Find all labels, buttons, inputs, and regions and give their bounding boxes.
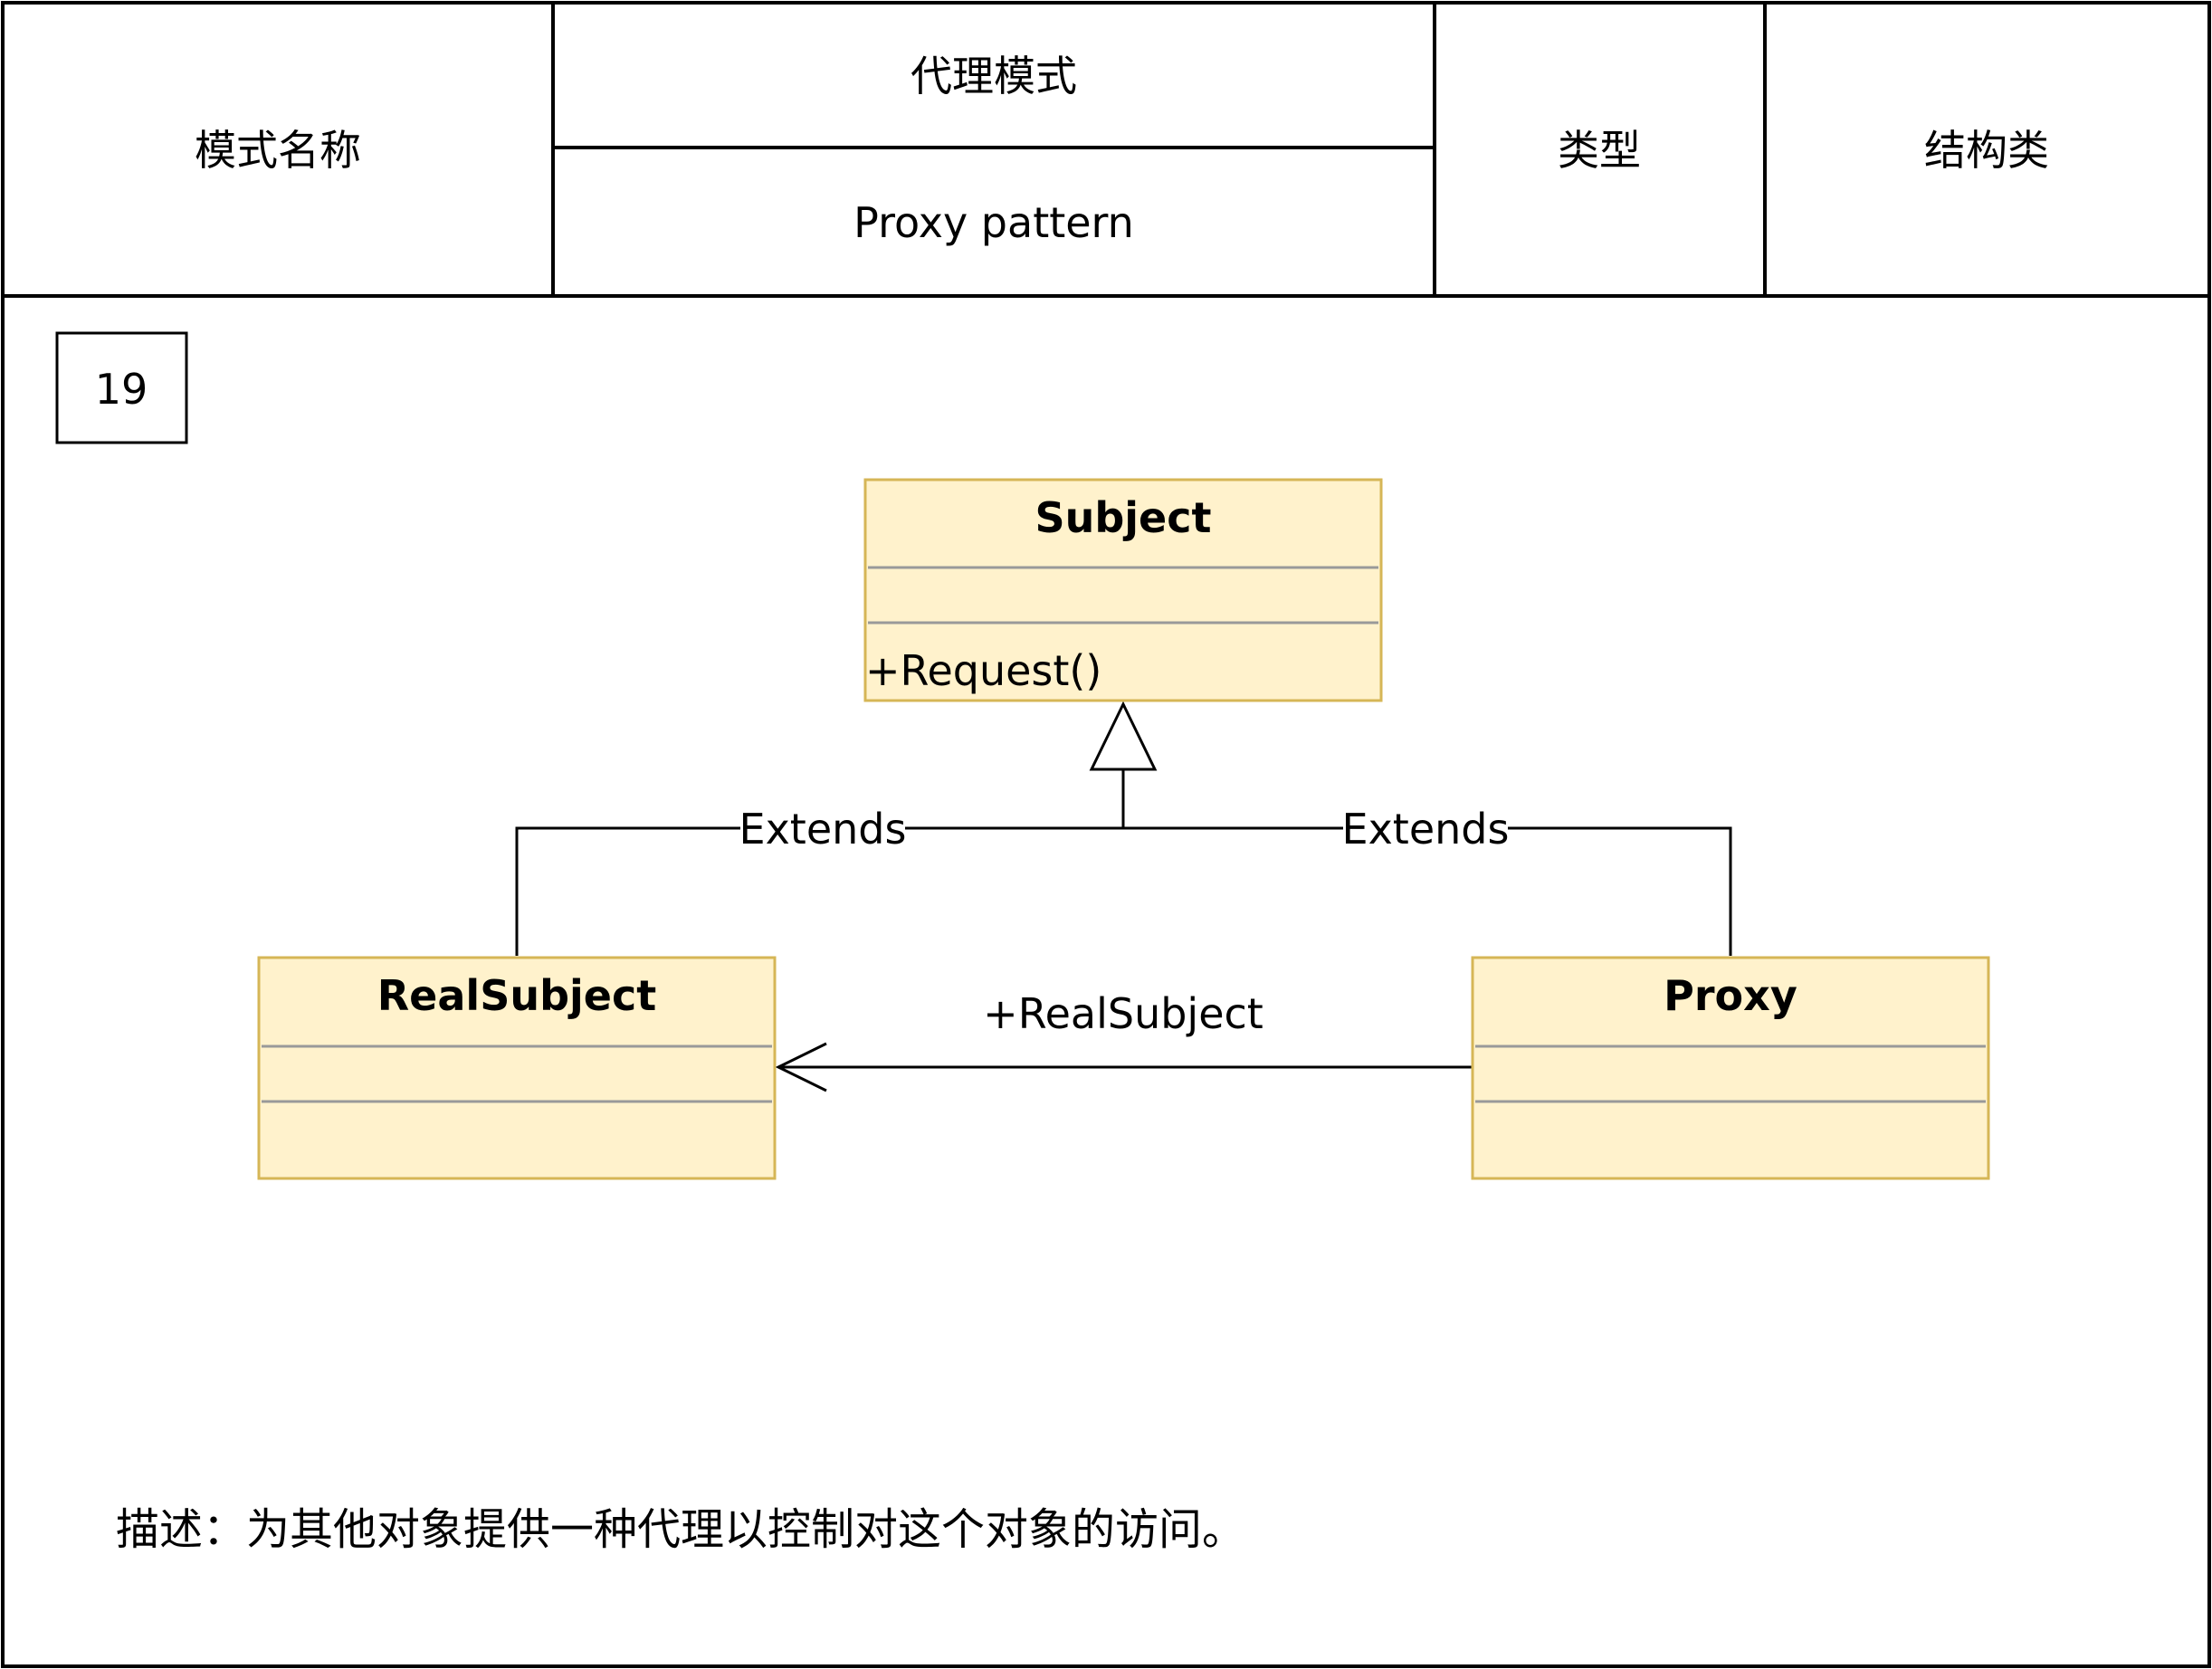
extends-label-left: Extends [739,805,907,854]
pattern-card [1,1,2211,1668]
class-subject[interactable]: Subject +Request() [863,478,1383,702]
pattern-name-label: 模式名称 [195,126,361,175]
number-badge: 19 [55,331,188,444]
class-real-subject-name: RealSubject [377,971,656,1020]
outer-frame [1,1,2211,1668]
association-label: +RealSubject [983,989,1263,1038]
pattern-name-cn: 代理模式 [911,52,1077,100]
class-proxy-name: Proxy [1664,971,1797,1020]
class-subject-name: Subject [1034,493,1211,542]
class-real-subject[interactable]: RealSubject [257,956,777,1180]
description-text: 描述：为其他对象提供一种代理以控制对这个对象的访问。 [116,1504,1245,1555]
pattern-name-en: Proxy pattern [853,198,1134,247]
number-badge-text: 19 [95,365,148,414]
class-proxy[interactable]: Proxy [1471,956,1990,1180]
extends-label-right: Extends [1342,805,1510,854]
diagram-canvas: 模式名称 代理模式 Proxy pattern 类型 结构类 19 Extend… [1,1,2211,1668]
pattern-type-label: 类型 [1558,126,1641,175]
class-subject-operation: +Request() [865,646,1101,695]
pattern-type-value: 结构类 [1924,126,2049,175]
